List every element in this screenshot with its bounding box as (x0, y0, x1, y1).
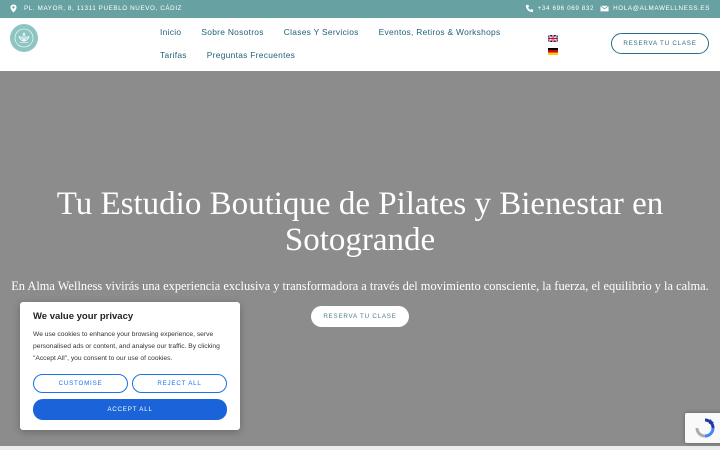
top-contact-bar: Pl. Mayor, 8, 11311 Pueblo Nuevo, Cádiz … (0, 0, 720, 18)
nav-row-1: Inicio Sobre Nosotros Clases Y Servicios… (160, 27, 501, 37)
contact-links: +34 696 069 832 hola@almawellness.es (525, 4, 710, 13)
nav-item-eventos[interactable]: Eventos, Retiros & Workshops (379, 27, 501, 37)
email-link[interactable]: hola@almawellness.es (600, 4, 710, 13)
phone-icon (525, 4, 533, 13)
customise-button[interactable]: Customise (33, 374, 128, 393)
site-logo[interactable] (10, 24, 38, 52)
reject-all-button[interactable]: Reject All (132, 374, 227, 393)
address-text[interactable]: Pl. Mayor, 8, 11311 Pueblo Nuevo, Cádiz (24, 5, 182, 12)
logo-lotus-icon (14, 28, 34, 48)
nav-item-inicio[interactable]: Inicio (160, 27, 181, 37)
language-switcher (548, 35, 558, 55)
germany-flag-icon[interactable] (548, 48, 558, 55)
nav-item-sobre-nosotros[interactable]: Sobre Nosotros (201, 27, 263, 37)
phone-text[interactable]: +34 696 069 832 (538, 5, 594, 12)
page-bottom-strip (0, 446, 720, 450)
site-header: Inicio Sobre Nosotros Clases Y Servicios… (0, 18, 720, 71)
location-pin-icon (10, 4, 17, 13)
reserve-class-button-hero[interactable]: Reserva tu clase (311, 306, 409, 327)
hero-title: Tu Estudio Boutique de Pilates y Bienest… (56, 186, 664, 258)
accept-all-button[interactable]: Accept All (33, 399, 227, 420)
address-block[interactable]: Pl. Mayor, 8, 11311 Pueblo Nuevo, Cádiz (9, 4, 182, 13)
nav-item-preguntas-frecuentes[interactable]: Preguntas Frecuentes (207, 50, 295, 60)
phone-link[interactable]: +34 696 069 832 (525, 4, 594, 13)
recaptcha-badge[interactable] (685, 413, 720, 443)
recaptcha-icon (695, 418, 715, 438)
hero-subtitle: En Alma Wellness vivirás una experiencia… (11, 279, 709, 293)
cookie-body: We use cookies to enhance your browsing … (33, 331, 220, 362)
cookie-title: We value your privacy (33, 311, 134, 322)
nav-row-2: Tarifas Preguntas Frecuentes (160, 50, 501, 60)
nav-item-clases-servicios[interactable]: Clases Y Servicios (284, 27, 359, 37)
reserve-class-button-header[interactable]: Reserva tu clase (611, 33, 709, 54)
mail-icon (600, 5, 609, 12)
uk-flag-icon[interactable] (548, 35, 558, 42)
main-navigation: Inicio Sobre Nosotros Clases Y Servicios… (160, 27, 501, 60)
cookie-consent-dialog: We value your privacy We use cookies to … (20, 302, 240, 430)
email-text[interactable]: hola@almawellness.es (613, 5, 710, 12)
nav-item-tarifas[interactable]: Tarifas (160, 50, 187, 60)
